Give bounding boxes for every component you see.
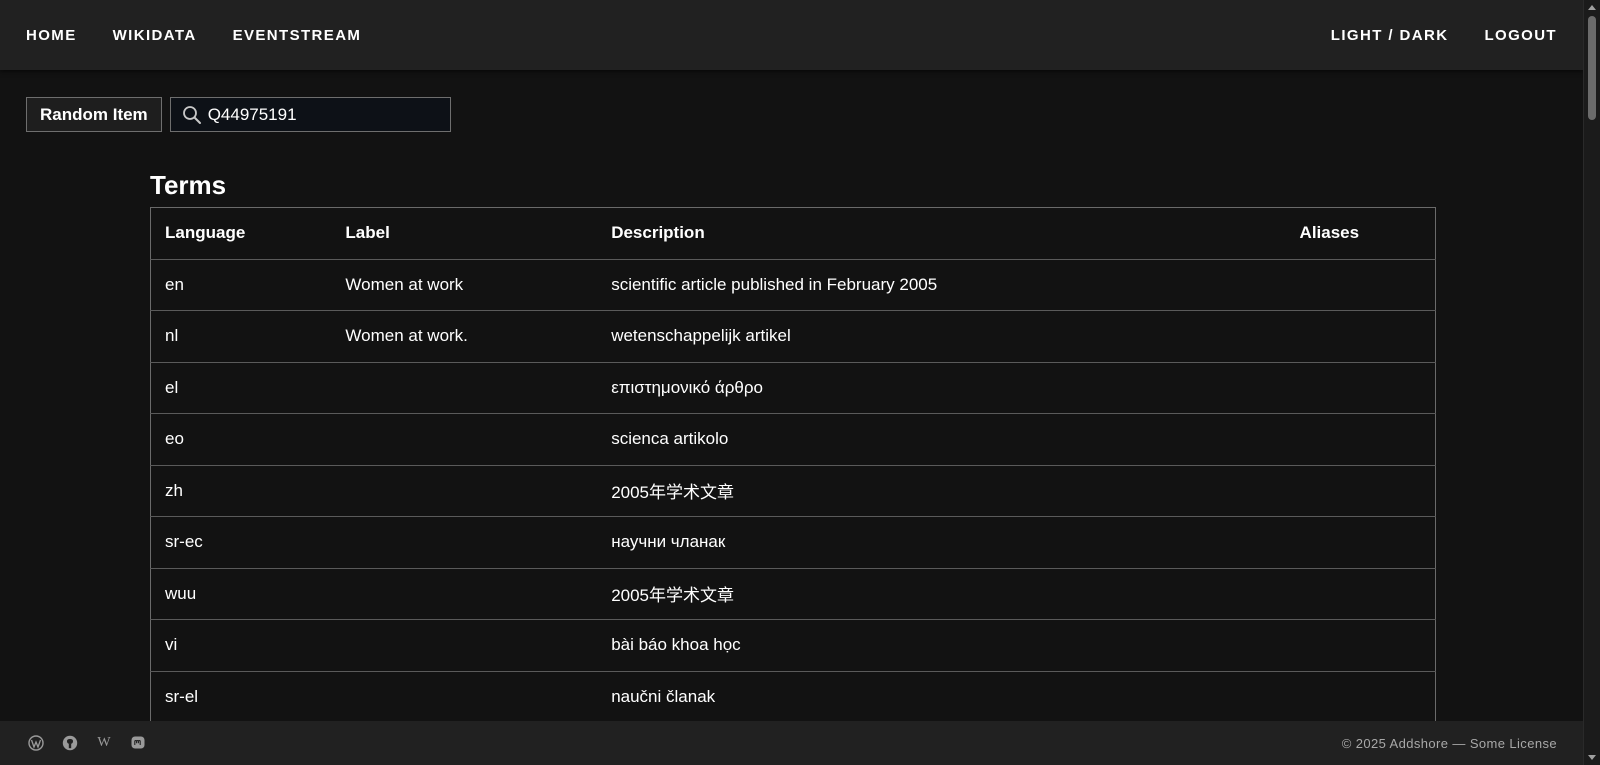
table-row: wuu 2005年学术文章 bbox=[150, 568, 1436, 620]
scrollbar-thumb[interactable] bbox=[1588, 16, 1596, 120]
cell-language: zh bbox=[150, 465, 332, 517]
logout-button[interactable]: LOGOUT bbox=[1469, 19, 1572, 52]
table-row: vi bài báo khoa học bbox=[150, 619, 1436, 672]
search-box[interactable] bbox=[169, 97, 451, 132]
cell-aliases bbox=[1285, 362, 1436, 414]
cell-label bbox=[331, 465, 598, 517]
search-icon bbox=[181, 104, 203, 126]
cell-label bbox=[331, 362, 598, 414]
item-controls: Random Item bbox=[26, 97, 451, 132]
cell-language: sr-ec bbox=[150, 516, 332, 569]
table-row: zh 2005年学术文章 bbox=[150, 465, 1436, 517]
cell-description: 2005年学术文章 bbox=[597, 465, 1286, 517]
cell-description: bài báo khoa học bbox=[597, 619, 1286, 672]
cell-description: naučni članak bbox=[597, 671, 1286, 723]
table-row: sr-el naučni članak bbox=[150, 671, 1436, 723]
nav-wikidata-button[interactable]: WIKIDATA bbox=[98, 19, 212, 52]
wikipedia-glyph: W bbox=[97, 735, 111, 750]
cell-language: sr-el bbox=[150, 671, 332, 723]
cell-aliases bbox=[1285, 310, 1436, 363]
wikipedia-icon[interactable]: W bbox=[94, 733, 114, 753]
terms-table: Language Label Description Aliases en Wo… bbox=[150, 207, 1436, 723]
cell-label bbox=[331, 671, 598, 723]
page-scrollbar[interactable] bbox=[1583, 0, 1600, 765]
cell-description: scientific article published in February… bbox=[597, 259, 1286, 311]
cell-label bbox=[331, 516, 598, 569]
cell-description: научни чланак bbox=[597, 516, 1286, 569]
cell-language: el bbox=[150, 362, 332, 414]
scroll-up-icon[interactable] bbox=[1588, 5, 1596, 10]
cell-label bbox=[331, 568, 598, 620]
nav-home-button[interactable]: HOME bbox=[11, 19, 92, 52]
cell-description: επιστημονικό άρθρο bbox=[597, 362, 1286, 414]
random-item-button[interactable]: Random Item bbox=[26, 97, 162, 132]
cell-description: wetenschappelijk artikel bbox=[597, 310, 1286, 363]
cell-language: en bbox=[150, 259, 332, 311]
cell-language: nl bbox=[150, 310, 332, 363]
scroll-down-icon[interactable] bbox=[1588, 755, 1596, 760]
table-row: nl Women at work. wetenschappelijk artik… bbox=[150, 310, 1436, 363]
header-label: Label bbox=[331, 207, 598, 260]
table-row: sr-ec научни чланак bbox=[150, 516, 1436, 569]
footer: W © 2025 Addshore — Some License bbox=[0, 721, 1583, 765]
terms-heading: Terms bbox=[150, 170, 227, 200]
top-navbar: HOME WIKIDATA EVENTSTREAM LIGHT / DARK L… bbox=[0, 0, 1583, 70]
cell-language: wuu bbox=[150, 568, 332, 620]
mastodon-icon[interactable] bbox=[128, 733, 148, 753]
table-row: el επιστημονικό άρθρο bbox=[150, 362, 1436, 414]
footer-copyright: © 2025 Addshore — Some License bbox=[1341, 735, 1557, 751]
cell-aliases bbox=[1285, 619, 1436, 672]
cell-aliases bbox=[1285, 465, 1436, 517]
table-row: eo scienca artikolo bbox=[150, 413, 1436, 466]
nav-left: HOME WIKIDATA EVENTSTREAM bbox=[8, 19, 379, 52]
cell-label bbox=[331, 413, 598, 466]
theme-toggle-button[interactable]: LIGHT / DARK bbox=[1316, 19, 1464, 52]
cell-aliases bbox=[1285, 671, 1436, 723]
cell-label: Women at work. bbox=[331, 310, 598, 363]
cell-language: vi bbox=[150, 619, 332, 672]
table-row: en Women at work scientific article publ… bbox=[150, 259, 1436, 311]
wordpress-icon[interactable] bbox=[26, 733, 46, 753]
footer-icons: W bbox=[26, 733, 162, 753]
cell-aliases bbox=[1285, 259, 1436, 311]
cell-language: eo bbox=[150, 413, 332, 466]
cell-aliases bbox=[1285, 413, 1436, 466]
header-language: Language bbox=[150, 207, 332, 260]
header-description: Description bbox=[597, 207, 1286, 260]
cell-description: scienca artikolo bbox=[597, 413, 1286, 466]
search-input[interactable] bbox=[207, 104, 438, 125]
cell-label bbox=[331, 619, 598, 672]
cell-description: 2005年学术文章 bbox=[597, 568, 1286, 620]
nav-right: LIGHT / DARK LOGOUT bbox=[1313, 19, 1575, 52]
cell-aliases bbox=[1285, 568, 1436, 620]
cell-aliases bbox=[1285, 516, 1436, 569]
nav-eventstream-button[interactable]: EVENTSTREAM bbox=[218, 19, 377, 52]
cell-label: Women at work bbox=[331, 259, 598, 311]
terms-header-row: Language Label Description Aliases bbox=[150, 207, 1436, 260]
github-icon[interactable] bbox=[60, 733, 80, 753]
header-aliases: Aliases bbox=[1285, 207, 1436, 260]
